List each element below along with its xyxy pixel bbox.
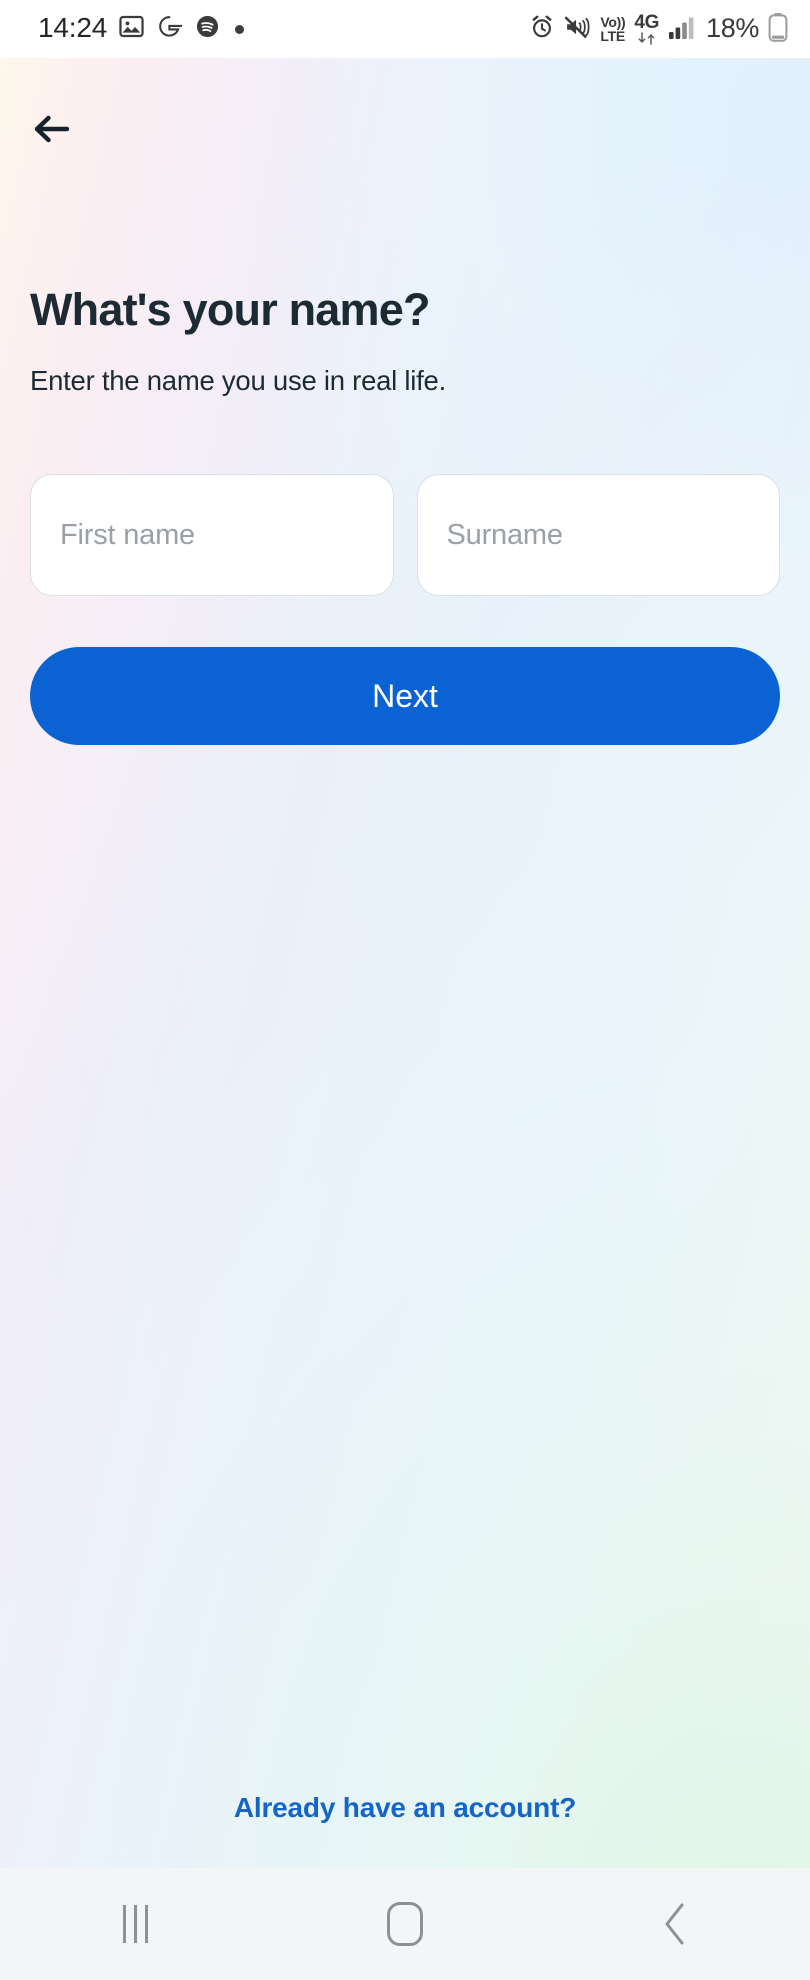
page-subtitle: Enter the name you use in real life. [30, 365, 446, 396]
home-icon [387, 1902, 423, 1946]
status-bar: 14:24 Vo)) LTE 4G 18% [0, 0, 810, 58]
next-button[interactable]: Next [30, 647, 780, 745]
volte-bottom-label: LTE [600, 28, 625, 44]
notification-dot-icon [235, 24, 245, 34]
surname-field[interactable]: Surname [416, 474, 780, 596]
status-bar-right: Vo)) LTE 4G 18% [529, 12, 788, 47]
battery-percent-label: 18% [706, 12, 759, 43]
phone-screen: 14:24 Vo)) LTE 4G 18% What's your name? … [0, 0, 810, 1980]
first-name-placeholder: First name [60, 518, 195, 551]
recents-icon [122, 1905, 148, 1943]
gallery-icon [118, 13, 145, 45]
alarm-icon [529, 14, 555, 45]
nav-home-button[interactable] [315, 1868, 495, 1980]
data-transfer-arrows-icon [638, 32, 655, 45]
signal-bars-icon [668, 14, 697, 45]
battery-icon [768, 12, 788, 47]
first-name-field[interactable]: First name [30, 474, 394, 596]
surname-placeholder: Surname [446, 518, 563, 551]
status-bar-clock: 14:24 [38, 12, 108, 43]
arrow-left-icon [34, 115, 70, 143]
volte-indicator: Vo)) LTE [600, 13, 626, 44]
nav-recents-button[interactable] [45, 1868, 225, 1980]
network-type-label: 4G [634, 11, 660, 33]
volte-top-label: Vo)) [600, 13, 626, 30]
chevron-left-icon [665, 1903, 684, 1945]
network-type-indicator: 4G [634, 11, 660, 45]
name-fields-row: First name Surname [30, 474, 780, 596]
signup-name-screen: What's your name? Enter the name you use… [0, 58, 810, 1868]
back-button[interactable] [30, 98, 92, 160]
nav-back-button[interactable] [585, 1868, 765, 1980]
google-icon [156, 13, 183, 45]
status-bar-left: 14:24 [38, 12, 245, 45]
mute-icon [564, 14, 591, 45]
already-have-account-link[interactable]: Already have an account? [0, 1792, 810, 1824]
system-navigation-bar [0, 1868, 810, 1980]
spotify-icon [194, 13, 221, 45]
page-title: What's your name? [30, 284, 430, 335]
